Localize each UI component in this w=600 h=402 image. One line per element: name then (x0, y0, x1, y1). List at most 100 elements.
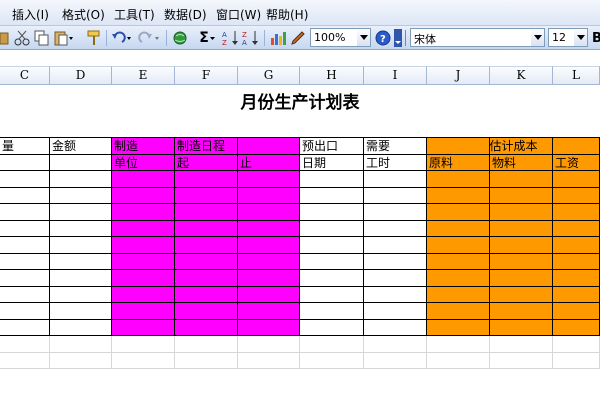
cell[interactable] (112, 237, 175, 254)
cell[interactable] (490, 171, 553, 188)
column-header-l[interactable]: L (553, 66, 600, 85)
cell[interactable] (427, 319, 490, 336)
cell[interactable] (238, 237, 300, 254)
cell[interactable] (0, 352, 50, 369)
cell[interactable] (238, 253, 300, 270)
cell[interactable] (0, 154, 50, 171)
cell[interactable] (112, 336, 175, 353)
cut-icon[interactable] (14, 29, 30, 47)
cell[interactable] (50, 336, 112, 353)
cell[interactable] (427, 352, 490, 369)
font-name-dropdown-button[interactable] (531, 28, 545, 47)
cell[interactable] (364, 187, 427, 204)
sort-asc-icon[interactable]: AZ (222, 29, 240, 47)
cell[interactable] (238, 352, 300, 369)
font-name-select[interactable]: 宋体 (410, 28, 534, 47)
cell[interactable] (364, 204, 427, 221)
cell[interactable] (300, 319, 364, 336)
worksheet[interactable]: 月份生产计划表 量 金额 制造 单位 制造日程起 止 预出口 日期 需要 工时 估计成本 原料 物料 工资 (0, 85, 600, 402)
cell[interactable] (175, 187, 238, 204)
cell[interactable] (238, 270, 300, 287)
cell[interactable] (553, 303, 600, 320)
cell[interactable] (50, 253, 112, 270)
cell[interactable] (490, 237, 553, 254)
cell[interactable] (364, 286, 427, 303)
column-header-k[interactable]: K (490, 66, 553, 85)
cell[interactable] (490, 352, 553, 369)
redo-icon[interactable] (138, 29, 162, 47)
drawing-icon[interactable] (290, 29, 306, 47)
hyperlink-icon[interactable] (172, 29, 194, 47)
cell[interactable] (175, 319, 238, 336)
cell[interactable] (50, 237, 112, 254)
cell[interactable] (50, 270, 112, 287)
cell[interactable] (427, 286, 490, 303)
cell[interactable] (112, 220, 175, 237)
zoom-dropdown-button[interactable] (357, 28, 371, 47)
cell[interactable] (50, 220, 112, 237)
cell[interactable] (300, 171, 364, 188)
cell[interactable] (490, 187, 553, 204)
cell[interactable] (238, 171, 300, 188)
cell[interactable] (300, 336, 364, 353)
cell[interactable] (364, 171, 427, 188)
cell[interactable] (50, 154, 112, 171)
cell[interactable] (238, 204, 300, 221)
cell[interactable] (300, 237, 364, 254)
cell[interactable] (50, 286, 112, 303)
cell[interactable] (490, 220, 553, 237)
cell[interactable] (553, 171, 600, 188)
toolbar-options-icon[interactable] (394, 29, 402, 47)
cell[interactable] (0, 286, 50, 303)
cell[interactable] (112, 303, 175, 320)
cell[interactable] (238, 319, 300, 336)
cell[interactable] (238, 220, 300, 237)
cell[interactable] (553, 220, 600, 237)
cell[interactable] (50, 319, 112, 336)
cell[interactable] (490, 336, 553, 353)
cell[interactable] (0, 253, 50, 270)
cell[interactable] (427, 187, 490, 204)
cell[interactable] (427, 220, 490, 237)
cell[interactable] (490, 286, 553, 303)
cell[interactable] (0, 204, 50, 221)
cell[interactable] (0, 336, 50, 353)
cell[interactable] (50, 171, 112, 188)
cell[interactable] (364, 253, 427, 270)
cell[interactable] (300, 303, 364, 320)
cell[interactable] (300, 253, 364, 270)
cell[interactable] (238, 187, 300, 204)
column-header-j[interactable]: J (427, 66, 490, 85)
cell[interactable] (553, 319, 600, 336)
cell[interactable] (112, 171, 175, 188)
cell[interactable] (0, 171, 50, 188)
cell[interactable] (553, 286, 600, 303)
cell[interactable] (553, 253, 600, 270)
cell[interactable] (490, 303, 553, 320)
cell[interactable] (112, 286, 175, 303)
cell[interactable] (112, 253, 175, 270)
menu-data[interactable]: 数据(D) (164, 6, 207, 23)
font-size-dropdown-button[interactable] (574, 28, 588, 47)
cell[interactable] (0, 187, 50, 204)
column-header-f[interactable]: F (175, 66, 238, 85)
cell[interactable] (175, 171, 238, 188)
cell[interactable] (112, 204, 175, 221)
cell[interactable] (175, 204, 238, 221)
cell[interactable] (427, 237, 490, 254)
menu-format[interactable]: 格式(O) (62, 6, 105, 23)
cell[interactable] (364, 319, 427, 336)
cell[interactable] (427, 336, 490, 353)
cell[interactable] (364, 336, 427, 353)
cell[interactable] (427, 171, 490, 188)
zoom-select[interactable]: 100% (310, 28, 360, 47)
cell[interactable] (427, 253, 490, 270)
cell[interactable] (553, 237, 600, 254)
menu-help[interactable]: 帮助(H) (266, 6, 308, 23)
cell[interactable] (490, 204, 553, 221)
cell[interactable] (553, 336, 600, 353)
help-icon[interactable]: ? (374, 29, 392, 47)
cell[interactable] (50, 352, 112, 369)
cell[interactable] (300, 220, 364, 237)
column-header-c[interactable]: C (0, 66, 50, 85)
